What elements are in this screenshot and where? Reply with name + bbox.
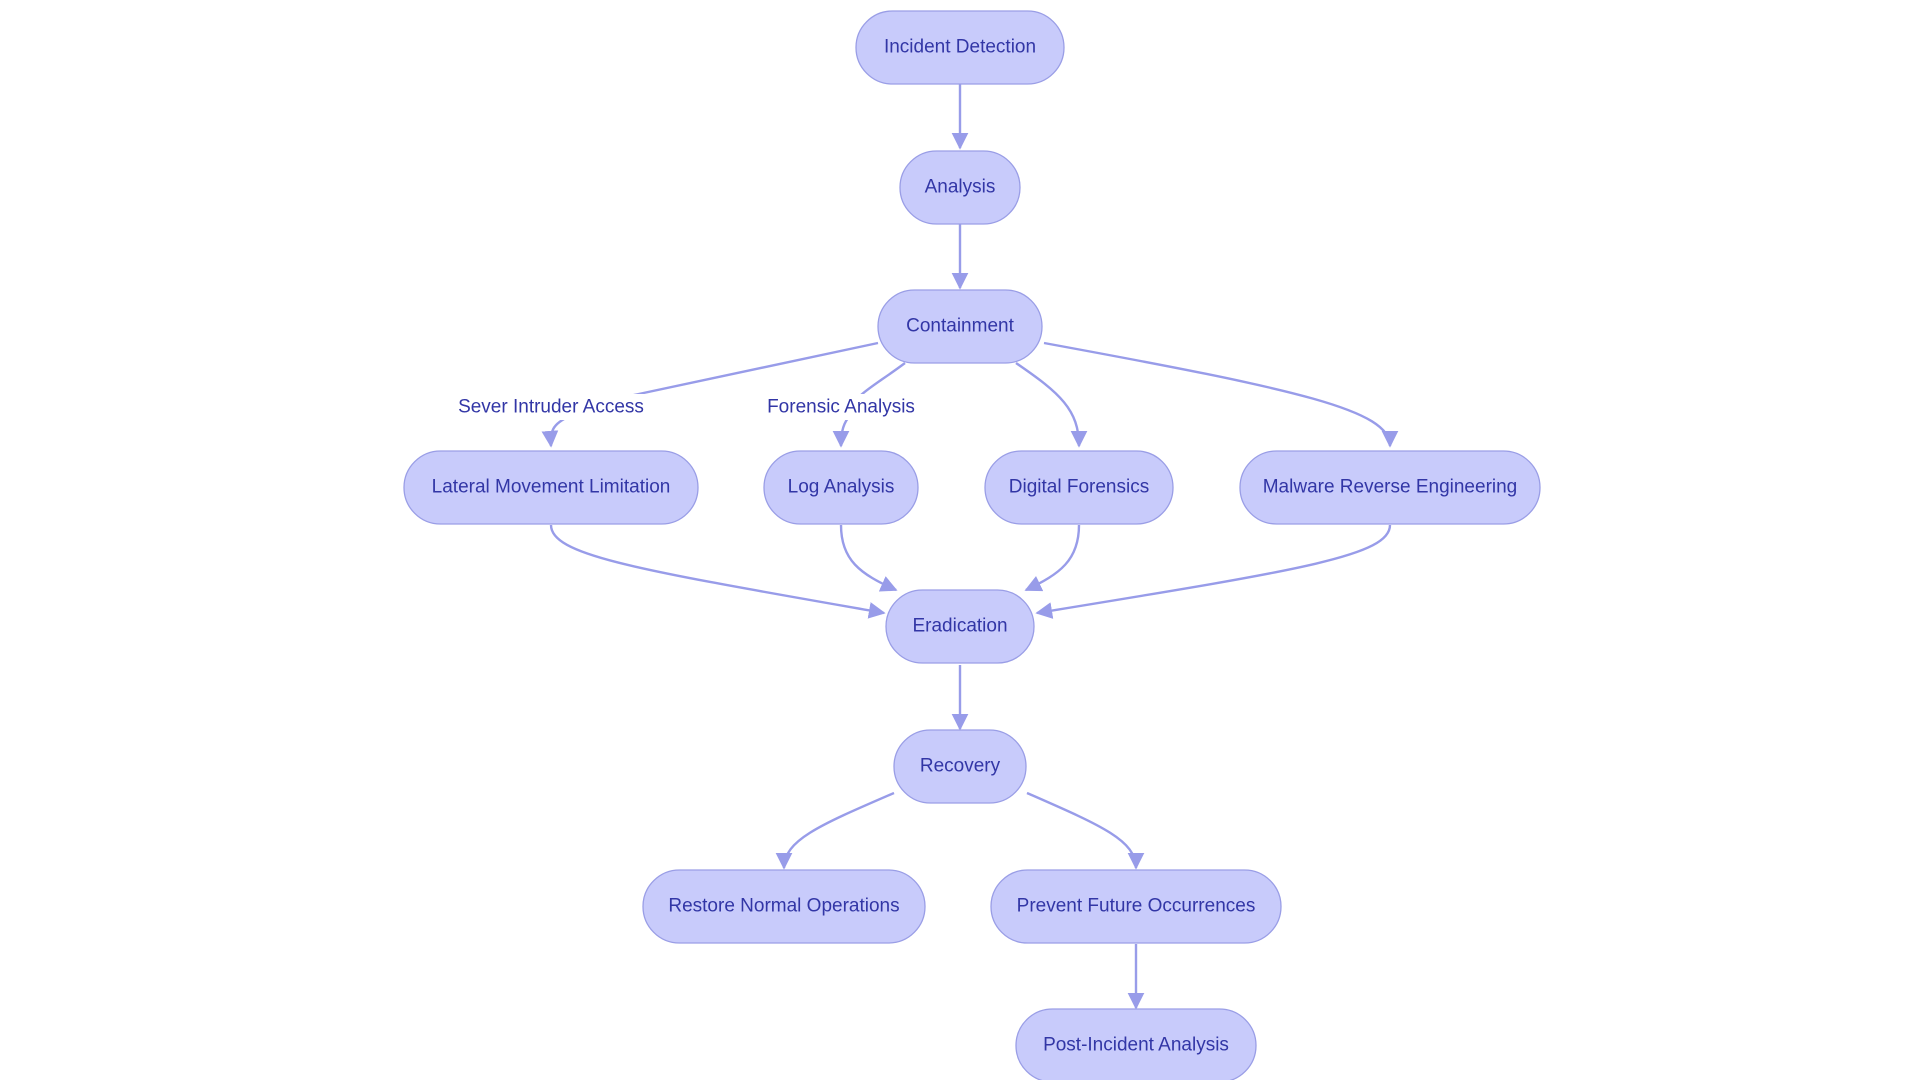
node-incident-detection[interactable]: Incident Detection <box>855 10 1065 85</box>
edge-label-forensic-analysis: Forensic Analysis <box>765 394 917 420</box>
node-label: Malware Reverse Engineering <box>1263 477 1518 498</box>
node-label: Containment <box>906 316 1014 337</box>
node-containment[interactable]: Containment <box>877 289 1043 364</box>
edge-containment-to-malware <box>1043 341 1399 448</box>
flowchart-canvas: Sever Intruder Access Forensic Analysis … <box>403 10 1541 1080</box>
node-label: Restore Normal Operations <box>668 896 899 917</box>
node-label: Incident Detection <box>884 37 1036 58</box>
edge-label-text: Forensic Analysis <box>767 397 915 418</box>
node-digital-forensics[interactable]: Digital Forensics <box>984 450 1174 525</box>
node-label: Eradication <box>912 616 1007 637</box>
node-label: Analysis <box>925 177 996 198</box>
edge-log-to-eradication <box>839 524 898 592</box>
edge-malware-to-eradication <box>1035 524 1392 619</box>
node-lateral-movement-limitation[interactable]: Lateral Movement Limitation <box>403 450 699 525</box>
edge-label-sever-intruder-access: Sever Intruder Access <box>452 394 650 420</box>
node-malware-reverse-engineering[interactable]: Malware Reverse Engineering <box>1239 450 1541 525</box>
edge-recovery-to-restore <box>775 791 895 870</box>
node-label: Recovery <box>920 756 1001 777</box>
edge-lateral-to-eradication <box>549 524 886 619</box>
node-recovery[interactable]: Recovery <box>893 729 1027 804</box>
node-restore-normal-operations[interactable]: Restore Normal Operations <box>642 869 926 944</box>
edge-containment-to-digital <box>1015 362 1088 448</box>
node-label: Post-Incident Analysis <box>1043 1035 1229 1056</box>
node-label: Prevent Future Occurrences <box>1017 896 1256 917</box>
node-log-analysis[interactable]: Log Analysis <box>763 450 919 525</box>
edge-recovery-to-prevent <box>1026 791 1145 870</box>
node-label: Lateral Movement Limitation <box>432 477 671 498</box>
node-prevent-future-occurrences[interactable]: Prevent Future Occurrences <box>990 869 1282 944</box>
edge-label-text: Sever Intruder Access <box>458 397 644 418</box>
node-analysis[interactable]: Analysis <box>899 150 1021 225</box>
edge-digital-to-eradication <box>1024 524 1081 592</box>
node-label: Log Analysis <box>788 477 895 498</box>
node-post-incident-analysis[interactable]: Post-Incident Analysis <box>1015 1008 1257 1080</box>
node-eradication[interactable]: Eradication <box>885 589 1035 664</box>
node-label: Digital Forensics <box>1009 477 1149 498</box>
